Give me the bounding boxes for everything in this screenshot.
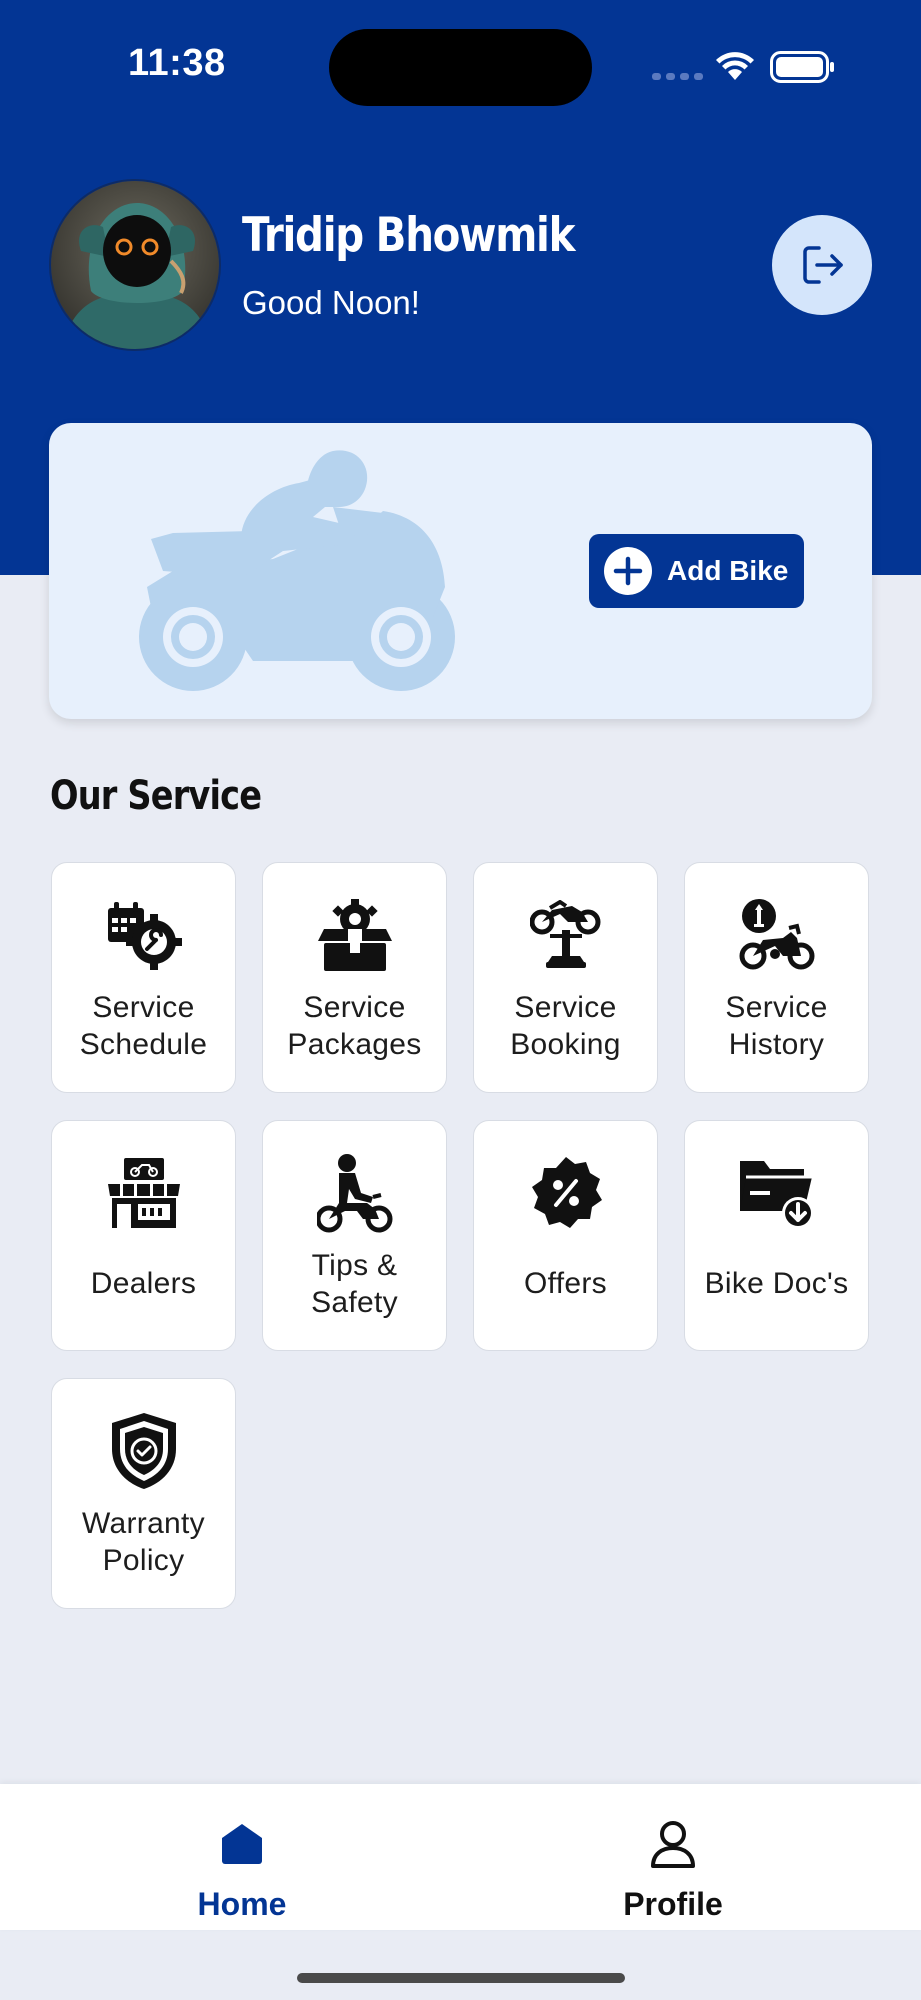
service-label: Bike Doc's [704, 1267, 849, 1300]
nav-item-profile[interactable]: Profile [523, 1784, 823, 1930]
service-label: Service Booking [510, 990, 621, 1061]
service-label: Service Packages [287, 990, 422, 1061]
avatar-image [51, 181, 219, 349]
logout-button[interactable] [772, 215, 872, 315]
service-label: Warranty Policy [82, 1506, 205, 1577]
dealer-shop-icon [107, 1158, 180, 1228]
motorcycle-rider-illustration [139, 450, 455, 691]
service-card-tips-safety[interactable]: Tips & Safety [262, 1120, 447, 1351]
shield-check-icon [111, 1413, 176, 1489]
service-card-warranty[interactable]: Warranty Policy [51, 1378, 236, 1609]
schedule-gear-icon [107, 902, 182, 970]
folder-download-icon [739, 1161, 814, 1229]
service-label: Service History [725, 990, 828, 1061]
user-name: Tridip Bhowmik [242, 208, 575, 263]
package-box-icon [317, 899, 392, 971]
service-card-bike-docs[interactable]: Bike Doc's [684, 1120, 869, 1351]
percent-badge-icon [531, 1157, 602, 1228]
wifi-icon [716, 52, 754, 80]
status-time: 11:38 [128, 42, 226, 84]
service-label: Tips & Safety [311, 1248, 398, 1319]
battery-icon [770, 51, 834, 83]
plus-circle-icon [604, 547, 652, 595]
section-title-our-service: Our Service [50, 773, 262, 819]
service-card-offers[interactable]: Offers [473, 1120, 658, 1351]
home-indicator[interactable] [297, 1973, 625, 1983]
add-bike-label: Add Bike [667, 555, 789, 586]
cellular-signal-icon [652, 73, 703, 80]
bike-lift-icon [529, 900, 600, 968]
service-card-packages[interactable]: Service Packages [262, 862, 447, 1093]
rider-icon [316, 1154, 392, 1233]
nav-label-home: Home [197, 1886, 287, 1922]
add-bike-button[interactable]: Add Bike [589, 534, 804, 608]
service-card-schedule[interactable]: Service Schedule [51, 862, 236, 1093]
bike-history-icon [739, 899, 814, 970]
user-icon [651, 1821, 695, 1868]
greeting-text: Good Noon! [242, 284, 420, 321]
logout-icon [803, 246, 843, 284]
nav-label-profile: Profile [623, 1886, 723, 1922]
dynamic-island [329, 29, 592, 106]
service-card-dealers[interactable]: Dealers [51, 1120, 236, 1351]
service-card-history[interactable]: Service History [684, 862, 869, 1093]
home-icon [222, 1824, 262, 1864]
service-grid: Service Schedule Service Packages Servic… [51, 862, 871, 1609]
nav-item-home[interactable]: Home [92, 1784, 392, 1930]
my-bike-card: Add Bike [49, 423, 872, 719]
service-label: Service Schedule [79, 990, 208, 1061]
avatar[interactable] [49, 179, 221, 351]
service-card-booking[interactable]: Service Booking [473, 862, 658, 1093]
service-label: Dealers [90, 1267, 197, 1300]
bottom-navigation: Home Profile [0, 1784, 921, 1930]
service-label: Offers [524, 1267, 607, 1300]
